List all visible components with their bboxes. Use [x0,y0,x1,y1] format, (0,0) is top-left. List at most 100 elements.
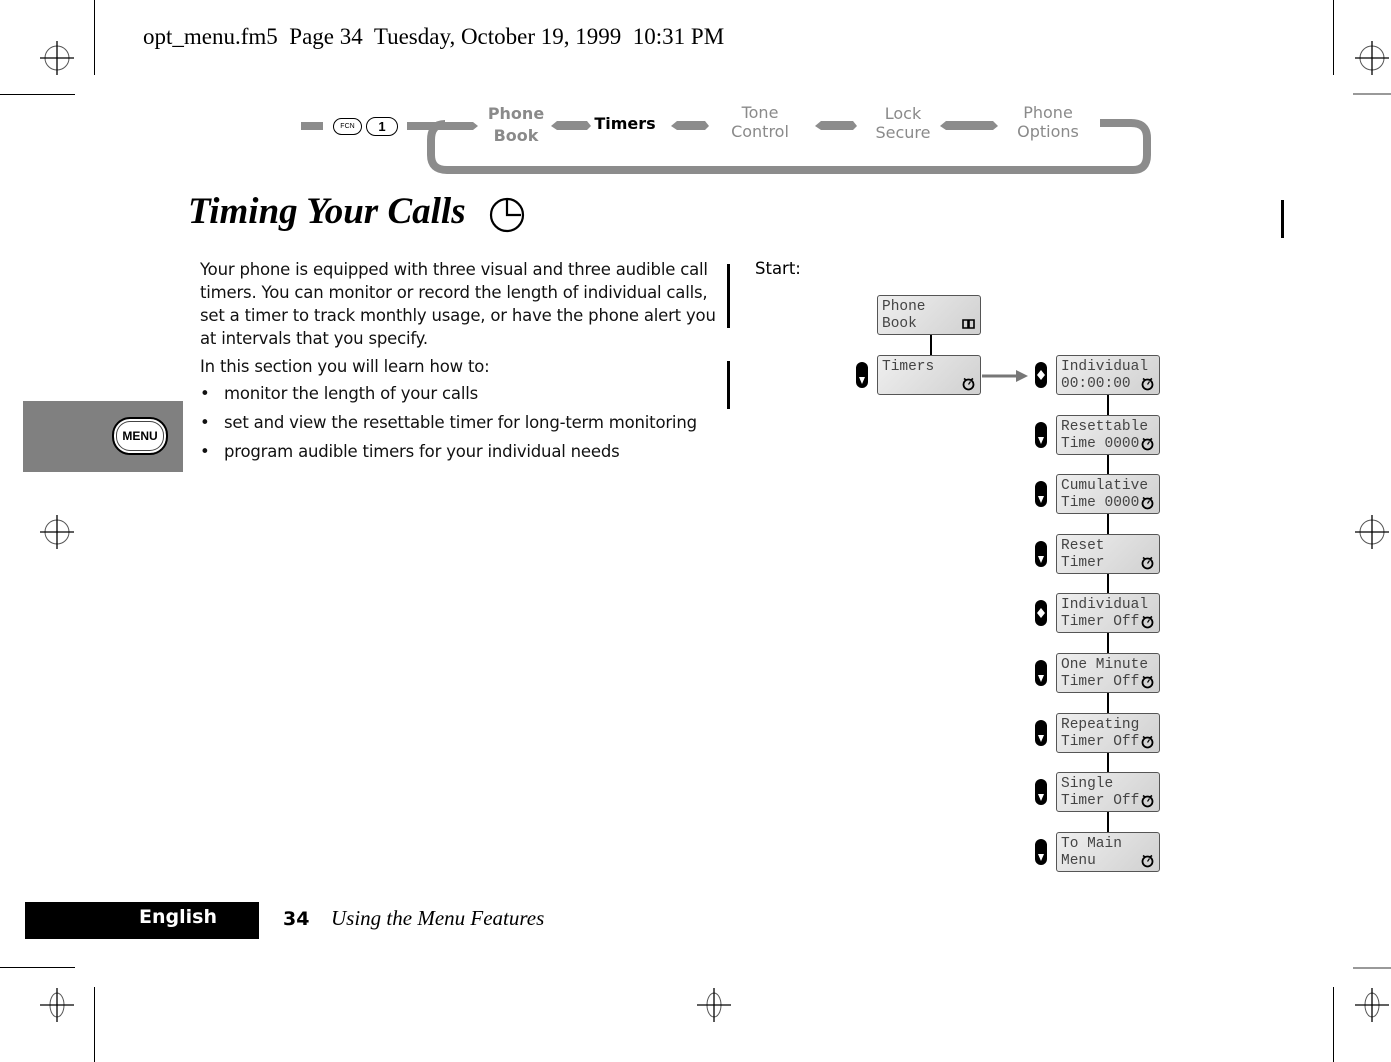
bullet-item: • monitor the length of your calls [200,384,478,403]
stopwatch-icon [1141,437,1154,451]
intro-paragraph: Your phone is equipped with three visual… [200,260,716,348]
stopwatch-icon [1141,556,1154,570]
crop-mark [1353,93,1391,95]
screen-phone-book: Phone Book [877,295,981,335]
registration-mark-icon [1355,515,1389,549]
book-icon [962,319,975,329]
nav-label-line1: Phone [487,104,545,123]
bullet-item: • set and view the resettable timer for l… [200,413,697,432]
nav-label-line1: Phone [1023,103,1073,122]
screen-line1: Cumulative [1061,478,1149,494]
diagram-connector [1107,574,1109,594]
change-bar [1281,200,1284,238]
change-bar [727,264,730,328]
bullet-text: monitor the length of your calls [224,384,479,403]
screen-line1: Reset [1061,538,1105,554]
page-title-text: Timing Your Calls [188,191,466,232]
change-bar [727,361,730,409]
stopwatch-icon [1141,675,1154,689]
nav-label-line2: Options [1017,122,1079,141]
stopwatch-icon [1141,854,1154,868]
scroll-down-key-icon [1035,481,1047,507]
key-1: 1 [366,117,398,136]
scroll-down-key-icon [1035,541,1047,567]
language-tab: English [25,902,259,939]
registration-mark-icon [1355,988,1389,1022]
nav-label-line2: Control [731,122,789,141]
crop-mark [1333,987,1334,1062]
screen-line2: Timer Off [1061,614,1140,630]
screen-submenu-item: Repeating Timer Off [1056,713,1160,753]
bullet-icon: • [200,413,210,432]
bullet-icon: • [200,442,210,461]
screen-line1: Resettable [1061,419,1149,435]
arrow-right-icon [982,370,1028,382]
crop-mark [1353,967,1391,969]
screen-submenu-item: Reset Timer [1056,534,1160,574]
language-label: English [139,906,217,928]
screen-timers: Timers [877,355,981,395]
stopwatch-icon [1141,794,1154,808]
nav-label-line1: Lock [884,104,922,123]
diagram-connector [1107,514,1109,534]
screen-submenu-item: To Main Menu [1056,832,1160,872]
screen-line2: Time 0000 [1061,436,1140,452]
diagram-connector [1107,693,1109,713]
crop-mark [0,94,75,95]
screen-line1: One Minute [1061,657,1149,673]
section-name: Using the Menu Features [331,906,545,930]
crop-mark [94,0,95,75]
crop-mark [0,967,75,968]
diagram-connector [930,335,932,355]
scroll-down-key-icon [1035,720,1047,746]
screen-line1: To Main [1061,836,1122,852]
clock-icon [489,197,525,233]
registration-mark-icon [697,988,731,1022]
scroll-down-key-icon [1035,779,1047,805]
nav-label-line1: Timers [594,114,656,133]
screen-submenu-item: Resettable Time 0000 [1056,415,1160,455]
bullet-icon: • [200,384,210,403]
nav-item-tone-control[interactable]: Tone Control [720,103,800,141]
stopwatch-icon [962,377,975,391]
registration-mark-icon [1355,41,1389,75]
nav-item-phone-options[interactable]: Phone Options [1008,103,1088,141]
screen-line2: Timer Off [1061,674,1140,690]
diagram-connector [1107,455,1109,475]
screen-line2: Timer Off [1061,734,1140,750]
scroll-down-key-icon [1035,660,1047,686]
bullet-text: program audible timers for your individu… [224,442,620,461]
diagram-connector [1107,812,1109,832]
nav-label-line2: Secure [875,123,931,142]
registration-mark-icon [40,988,74,1022]
diagram-connector [1107,633,1109,653]
scroll-down-key-icon [856,362,868,388]
diagram-connector [1107,753,1109,773]
screen-line2: Menu [1061,853,1096,869]
nav-item-phone-book[interactable]: Phone Book [480,104,552,145]
page-number: 34 [283,908,310,930]
stopwatch-icon [1141,377,1154,391]
scroll-down-key-icon [1035,839,1047,865]
screen-line1: Phone [882,299,926,315]
crop-mark [1333,0,1334,75]
page-title: Timing Your Calls [188,190,466,233]
stopwatch-icon [1141,735,1154,749]
bullet-item: • program audible timers for your individ… [200,442,620,461]
scroll-down-key-icon [1035,422,1047,448]
document-stamp: opt_menu.fm5 Page 34 Tuesday, October 19… [143,24,725,49]
screen-line1: Individual [1061,597,1149,613]
learn-intro: In this section you will learn how to: [200,357,490,376]
registration-mark-icon [40,41,74,75]
screen-submenu-item: Individual Timer Off [1056,593,1160,633]
diagram-connector [1107,395,1109,415]
screen-submenu-item: One Minute Timer Off [1056,653,1160,693]
screen-submenu-item: Cumulative Time 0000 [1056,474,1160,514]
registration-mark-icon [40,515,74,549]
menu-key-icon: MENU [112,417,168,455]
nav-item-lock-secure[interactable]: Lock Secure [866,104,940,142]
crop-mark [94,987,95,1062]
nav-item-timers[interactable]: Timers [590,114,660,133]
bullet-text: set and view the resettable timer for lo… [224,413,697,432]
nav-label-line1: Tone [741,103,779,122]
